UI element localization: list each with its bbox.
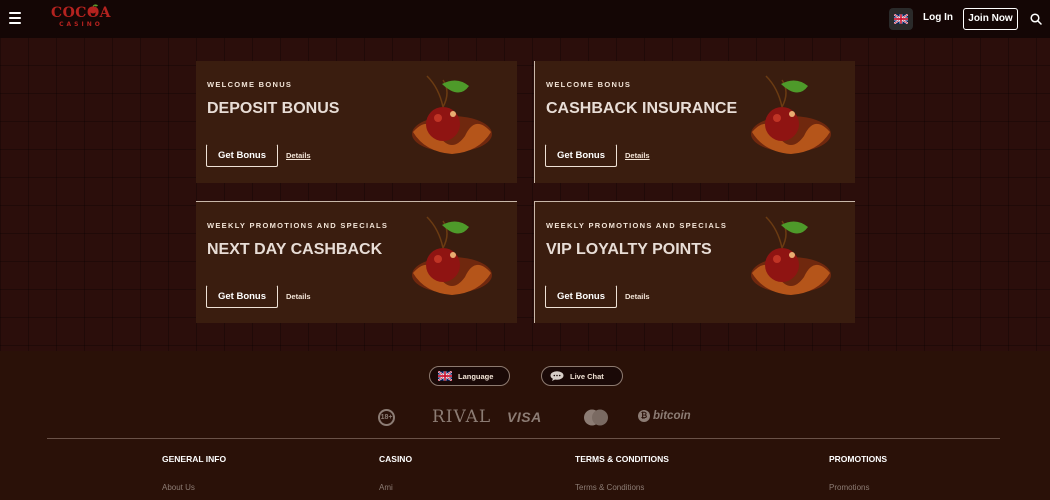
footer-col-casino: CASINO Ami <box>379 454 412 492</box>
card-title: CASHBACK INSURANCE <box>546 100 738 117</box>
logo-cherry-icon <box>89 4 98 14</box>
card-eyebrow: WEEKLY PROMOTIONS AND SPECIALS <box>546 221 728 230</box>
visa-logo: VISA <box>507 409 542 425</box>
rival-logo: RIVAL <box>432 407 492 427</box>
card-eyebrow: WELCOME BONUS <box>207 80 293 89</box>
bitcoin-label: bitcoin <box>653 410 691 422</box>
site-header: COCOA CASINO Log In Join Now <box>0 0 1050 38</box>
language-selector-button[interactable]: Language <box>429 366 510 386</box>
cocoa-casino-logo[interactable]: COCOA CASINO <box>50 4 112 32</box>
language-label: Language <box>458 371 494 381</box>
payment-logos: 18+ RIVAL VISA ₿ bitcoin <box>0 407 1050 427</box>
footer-col-terms: TERMS & CONDITIONS Terms & Conditions <box>575 454 669 492</box>
mastercard-logo <box>584 409 608 426</box>
footer-col-heading: PROMOTIONS <box>829 454 888 464</box>
join-now-button[interactable]: Join Now <box>963 8 1018 30</box>
cherry-splash-icon <box>412 216 492 295</box>
language-flag-button[interactable] <box>889 8 913 30</box>
get-bonus-button[interactable]: Get Bonus <box>206 285 278 308</box>
search-icon[interactable] <box>1030 13 1042 25</box>
footer-link-about-us[interactable]: About Us <box>162 483 226 492</box>
promo-card-next-day-cashback: WEEKLY PROMOTIONS AND SPECIALS NEXT DAY … <box>196 201 517 323</box>
login-link[interactable]: Log In <box>923 12 953 23</box>
card-eyebrow: WEEKLY PROMOTIONS AND SPECIALS <box>207 221 389 230</box>
details-link[interactable]: Details <box>286 151 311 160</box>
age-restriction-icon: 18+ <box>378 409 395 426</box>
live-chat-label: Live Chat <box>570 371 604 381</box>
promo-card-cashback-insurance: WELCOME BONUS CASHBACK INSURANCE Get Bon… <box>534 61 855 183</box>
footer-col-general-info: GENERAL INFO About Us <box>162 454 226 492</box>
get-bonus-button[interactable]: Get Bonus <box>206 144 278 167</box>
footer-link-promotions[interactable]: Promotions <box>829 483 887 492</box>
card-title: DEPOSIT BONUS <box>207 100 340 117</box>
get-bonus-button[interactable]: Get Bonus <box>545 285 617 308</box>
footer-divider <box>47 438 1000 439</box>
card-eyebrow: WELCOME BONUS <box>546 80 632 89</box>
cherry-splash-icon <box>412 75 492 154</box>
logo-subtext: CASINO <box>59 21 103 28</box>
footer-col-heading: GENERAL INFO <box>162 454 227 464</box>
promo-card-vip-loyalty-points: WEEKLY PROMOTIONS AND SPECIALS VIP LOYAL… <box>534 201 855 323</box>
details-link[interactable]: Details <box>625 151 650 160</box>
bitcoin-logo: ₿ bitcoin <box>638 410 691 422</box>
promo-card-deposit-bonus: WELCOME BONUS DEPOSIT BONUS Get Bonus De… <box>196 61 517 183</box>
hamburger-menu-icon[interactable] <box>9 12 21 24</box>
live-chat-button[interactable]: Live Chat <box>541 366 623 386</box>
details-link[interactable]: Details <box>286 292 311 301</box>
card-title: VIP LOYALTY POINTS <box>546 241 712 258</box>
uk-flag-icon <box>438 371 452 381</box>
chat-bubble-icon <box>550 371 564 381</box>
uk-flag-icon <box>894 14 908 24</box>
footer-col-promotions: PROMOTIONS Promotions <box>829 454 887 492</box>
cherry-splash-icon <box>751 216 831 295</box>
cherry-splash-icon <box>751 75 831 154</box>
logo-text: COCOA <box>50 5 112 21</box>
card-title: NEXT DAY CASHBACK <box>207 241 383 258</box>
get-bonus-button[interactable]: Get Bonus <box>545 144 617 167</box>
promotions-section: WELCOME BONUS DEPOSIT BONUS Get Bonus De… <box>0 38 1050 351</box>
details-link[interactable]: Details <box>625 292 650 301</box>
footer-link-ami[interactable]: Ami <box>379 483 412 492</box>
site-footer: Language Live Chat 18+ RIVAL VISA ₿ bitc… <box>0 351 1050 500</box>
bitcoin-icon: ₿ <box>638 410 650 422</box>
footer-col-heading: CASINO <box>379 454 413 464</box>
footer-link-terms[interactable]: Terms & Conditions <box>575 483 669 492</box>
footer-col-heading: TERMS & CONDITIONS <box>575 454 669 464</box>
